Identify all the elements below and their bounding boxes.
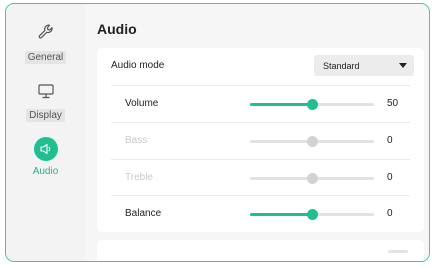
sidebar-item-label: General: [24, 51, 67, 64]
balance-label: Balance: [125, 208, 162, 219]
volume-slider[interactable]: [250, 99, 374, 110]
audio-settings-card: Audio mode Standard Volume 50 Bass 0 Tre…: [97, 48, 424, 232]
bass-slider-thumb: [307, 136, 318, 147]
volume-value: 50: [387, 98, 399, 109]
sidebar-item-label: Audio: [32, 166, 59, 177]
treble-slider-fill: [250, 177, 312, 180]
treble-value: 0: [387, 172, 393, 183]
treble-label: Treble: [125, 172, 153, 183]
speaker-icon: [33, 137, 58, 161]
sidebar-item-audio[interactable]: Audio: [6, 137, 85, 179]
volume-row: Volume 50: [97, 86, 424, 122]
treble-row: Treble 0: [97, 160, 424, 196]
audio-mode-label: Audio mode: [111, 60, 165, 71]
main-panel: Audio Audio mode Standard Volume 50 Bass…: [85, 4, 429, 261]
caret-down-icon: [399, 63, 407, 68]
bass-slider: [250, 136, 374, 147]
bass-row: Bass 0: [97, 123, 424, 159]
balance-slider[interactable]: [250, 209, 374, 220]
volume-label: Volume: [125, 98, 159, 109]
bass-slider-fill: [250, 140, 312, 143]
sidebar: General Display Audio: [6, 4, 85, 261]
page-title: Audio: [97, 21, 137, 37]
treble-slider-thumb: [307, 173, 318, 184]
audio-mode-value: Standard: [323, 61, 360, 71]
balance-slider-thumb[interactable]: [307, 209, 318, 220]
sidebar-item-general[interactable]: General: [6, 22, 85, 65]
volume-slider-fill: [250, 103, 312, 106]
sidebar-item-display[interactable]: Display: [6, 82, 85, 123]
sidebar-item-label: Display: [26, 109, 65, 122]
next-card-control: [388, 250, 408, 253]
volume-slider-thumb[interactable]: [307, 99, 318, 110]
monitor-icon: [6, 82, 85, 105]
balance-value: 0: [387, 208, 393, 219]
treble-slider: [250, 173, 374, 184]
balance-row: Balance 0: [97, 196, 424, 232]
next-settings-card: [97, 240, 424, 261]
audio-mode-select[interactable]: Standard: [314, 55, 414, 76]
bass-label: Bass: [125, 135, 148, 146]
balance-slider-fill: [250, 213, 312, 216]
settings-window: General Display Audio Audio Audio mode S…: [5, 3, 430, 262]
wrench-icon: [6, 22, 85, 47]
bass-value: 0: [387, 135, 393, 146]
audio-mode-row: Audio mode Standard: [97, 48, 424, 84]
